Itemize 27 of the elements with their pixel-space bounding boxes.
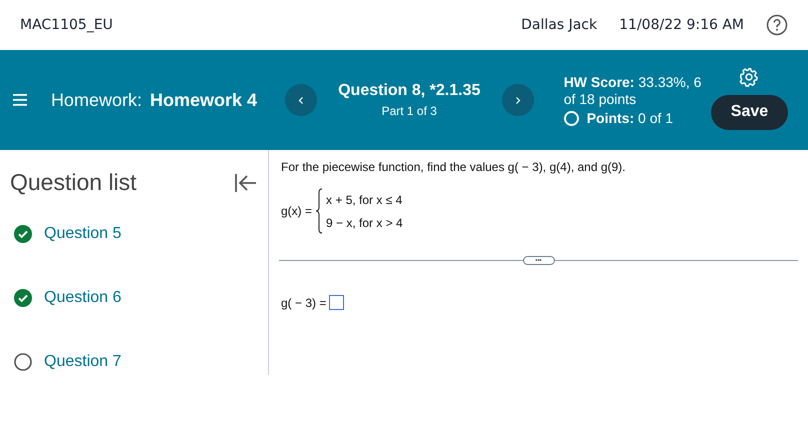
- chevron-right-icon: [514, 96, 521, 104]
- homework-name: Homework 4: [150, 90, 258, 110]
- question-title: Question 8, *2.1.35: [338, 82, 480, 100]
- question-link[interactable]: Question 7: [44, 353, 122, 371]
- points-text: Points: 0 of 1: [586, 110, 674, 126]
- save-button[interactable]: Save: [710, 94, 788, 130]
- collapse-panel-icon[interactable]: [234, 172, 258, 194]
- function-case: 9 − x, for x > 4: [326, 216, 403, 230]
- homework-score: HW Score: 33.33%, 6 of 18 points: [564, 74, 702, 108]
- function-case: x + 5, for x ≤ 4: [326, 192, 403, 206]
- answer-field[interactable]: [329, 295, 344, 310]
- brace-icon: [314, 188, 324, 234]
- question-link[interactable]: Question 6: [44, 289, 122, 307]
- user-name: Dallas Jack: [521, 17, 598, 33]
- homework-label: Homework:: [50, 90, 142, 110]
- settings-icon[interactable]: [739, 66, 760, 86]
- chevron-left-icon: [298, 96, 304, 104]
- date-time: 11/08/22 9:16 AM: [619, 17, 744, 33]
- question-prompt: For the piecewise function, find the values g( − 3), g(4), and g(9).: [281, 160, 627, 174]
- course-title: MAC1105_EU: [20, 17, 113, 33]
- help-icon[interactable]: [766, 14, 788, 36]
- question-part: Part 1 of 3: [382, 104, 437, 118]
- question-link[interactable]: Question 5: [44, 225, 122, 243]
- function-name: g(x) =: [281, 204, 312, 218]
- menu-icon[interactable]: [13, 94, 27, 106]
- question-list-title: Question list: [10, 169, 137, 196]
- answer-label: g( − 3) =: [281, 296, 326, 310]
